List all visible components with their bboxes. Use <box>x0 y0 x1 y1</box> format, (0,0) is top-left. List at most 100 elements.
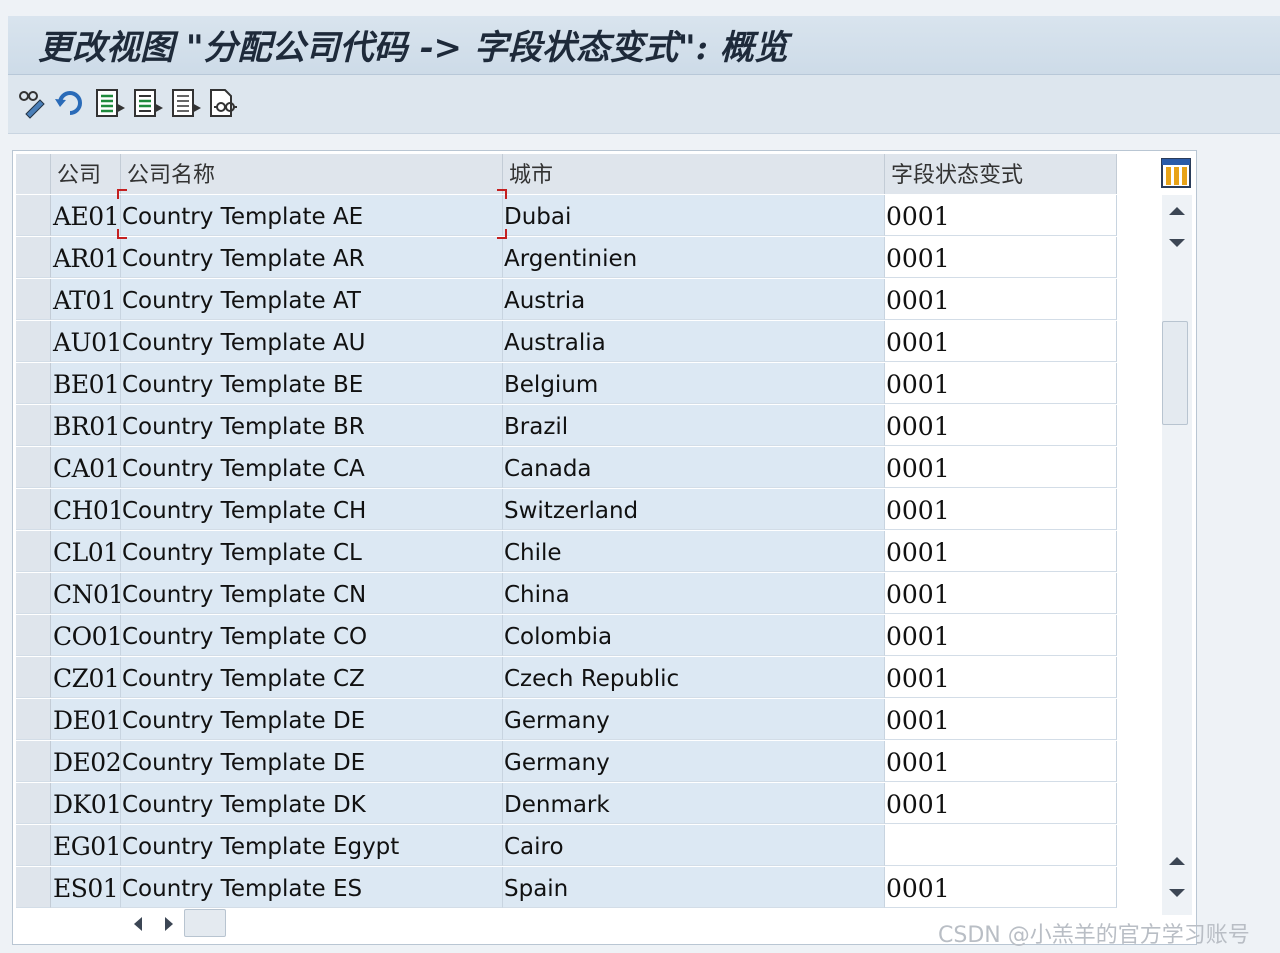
row-selector[interactable] <box>16 405 51 446</box>
city-cell: Colombia <box>503 615 885 656</box>
table-row: BR01 Country Template BR Brazil 0001 <box>16 405 1117 447</box>
table-control: 公司 公司名称 城市 字段状态变式 AE01 Country Template A… <box>12 150 1197 945</box>
deselect-all-icon[interactable] <box>170 87 202 119</box>
company-name-cell: Country Template DE <box>121 741 503 782</box>
company-code-cell: EG01 <box>51 825 121 866</box>
field-status-variant-input[interactable]: 0001 <box>885 279 1117 320</box>
row-selector[interactable] <box>16 783 51 824</box>
focus-corner-marker <box>497 189 507 199</box>
column-header-field-status-variant[interactable]: 字段状态变式 <box>885 154 1117 194</box>
row-selector[interactable] <box>16 489 51 530</box>
field-status-variant-input[interactable] <box>885 825 1117 866</box>
column-header-company-name[interactable]: 公司名称 <box>121 154 503 194</box>
field-status-variant-input[interactable]: 0001 <box>885 447 1117 488</box>
city-cell: Germany <box>503 699 885 740</box>
city-cell: Germany <box>503 741 885 782</box>
select-block-icon[interactable] <box>132 87 164 119</box>
vertical-scrollbar[interactable] <box>1162 195 1192 915</box>
company-code-cell: CN01 <box>51 573 121 614</box>
scroll-page-down-arrow-icon[interactable] <box>1162 879 1192 907</box>
city-cell: Belgium <box>503 363 885 404</box>
watermark: CSDN @小羔羊的官方学习账号 <box>938 923 1250 948</box>
field-status-variant-input[interactable]: 0001 <box>885 237 1117 278</box>
scroll-page-up-arrow-icon[interactable] <box>1162 847 1192 875</box>
city-cell: Czech Republic <box>503 657 885 698</box>
field-status-variant-input[interactable]: 0001 <box>885 783 1117 824</box>
scroll-right-arrow-icon[interactable] <box>162 916 176 932</box>
field-status-variant-input[interactable]: 0001 <box>885 405 1117 446</box>
vertical-scroll-thumb[interactable] <box>1162 321 1188 425</box>
field-status-variant-input[interactable]: 0001 <box>885 657 1117 698</box>
column-header-city[interactable]: 城市 <box>503 154 885 194</box>
table-row: BE01 Country Template BE Belgium 0001 <box>16 363 1117 405</box>
company-code-cell: CO01 <box>51 615 121 656</box>
company-name-cell: Country Template CO <box>121 615 503 656</box>
table-row: AE01 Country Template AE Dubai 0001 <box>16 195 1117 237</box>
display-change-icon[interactable] <box>16 87 48 119</box>
row-selector[interactable] <box>16 531 51 572</box>
select-all-icon[interactable] <box>94 87 126 119</box>
row-selector[interactable] <box>16 699 51 740</box>
field-status-variant-input[interactable]: 0001 <box>885 363 1117 404</box>
company-name-cell: Country Template BR <box>121 405 503 446</box>
undo-icon[interactable] <box>54 87 86 119</box>
company-code-cell: BE01 <box>51 363 121 404</box>
table-row: AR01 Country Template AR Argentinien 0001 <box>16 237 1117 279</box>
row-selector[interactable] <box>16 615 51 656</box>
field-status-variant-input[interactable]: 0001 <box>885 867 1117 908</box>
city-cell: Brazil <box>503 405 885 446</box>
table-row: DE02 Country Template DE Germany 0001 <box>16 741 1117 783</box>
company-name-cell: Country Template AR <box>121 237 503 278</box>
company-code-cell: AE01 <box>51 195 121 236</box>
city-cell: Cairo <box>503 825 885 866</box>
row-selector[interactable] <box>16 741 51 782</box>
field-status-variant-input[interactable]: 0001 <box>885 531 1117 572</box>
company-code-cell: AR01 <box>51 237 121 278</box>
table-row: AT01 Country Template AT Austria 0001 <box>16 279 1117 321</box>
company-code-cell: DE01 <box>51 699 121 740</box>
table-settings-icon[interactable] <box>1159 156 1193 190</box>
row-selector[interactable] <box>16 363 51 404</box>
horizontal-scroll-thumb[interactable] <box>184 909 226 937</box>
select-all-rows-header[interactable] <box>16 154 51 194</box>
company-name-cell: Country Template AU <box>121 321 503 362</box>
focus-corner-marker <box>497 229 507 239</box>
focus-corner-marker <box>117 229 127 239</box>
table-row: CZ01 Country Template CZ Czech Republic 000… <box>16 657 1117 699</box>
scroll-left-arrow-icon[interactable] <box>132 916 146 932</box>
table-row: CL01 Country Template CL Chile 0001 <box>16 531 1117 573</box>
city-cell: Austria <box>503 279 885 320</box>
city-cell: Chile <box>503 531 885 572</box>
row-selector[interactable] <box>16 447 51 488</box>
page-title: 更改视图 "分配公司代码 -> 字段状态变式": 概览 <box>38 28 788 68</box>
company-name-cell: Country Template DK <box>121 783 503 824</box>
field-status-variant-input[interactable]: 0001 <box>885 489 1117 530</box>
field-status-variant-input[interactable]: 0001 <box>885 615 1117 656</box>
company-name-cell: Country Template Egypt <box>121 825 503 866</box>
field-status-variant-input[interactable]: 0001 <box>885 573 1117 614</box>
company-name-cell: Country Template AE <box>121 195 503 236</box>
row-selector[interactable] <box>16 321 51 362</box>
field-status-variant-input[interactable]: 0001 <box>885 321 1117 362</box>
company-code-cell: ES01 <box>51 867 121 908</box>
city-cell: China <box>503 573 885 614</box>
field-status-variant-input[interactable]: 0001 <box>885 699 1117 740</box>
city-cell: Dubai <box>503 195 885 236</box>
column-header-company[interactable]: 公司 <box>51 154 121 194</box>
row-selector[interactable] <box>16 237 51 278</box>
table-row: DK01 Country Template DK Denmark 0001 <box>16 783 1117 825</box>
field-status-variant-input[interactable]: 0001 <box>885 195 1117 236</box>
row-selector[interactable] <box>16 657 51 698</box>
company-code-cell: CL01 <box>51 531 121 572</box>
row-selector[interactable] <box>16 195 51 236</box>
title-bar: 更改视图 "分配公司代码 -> 字段状态变式": 概览 <box>8 16 1280 75</box>
row-selector[interactable] <box>16 825 51 866</box>
print-preview-icon[interactable] <box>208 87 240 119</box>
field-status-variant-input[interactable]: 0001 <box>885 741 1117 782</box>
row-selector[interactable] <box>16 279 51 320</box>
row-selector[interactable] <box>16 867 51 908</box>
row-selector[interactable] <box>16 573 51 614</box>
scroll-up-arrow-icon[interactable] <box>1162 197 1192 225</box>
scroll-down-arrow-icon[interactable] <box>1162 229 1192 257</box>
focus-corner-marker <box>117 189 127 199</box>
